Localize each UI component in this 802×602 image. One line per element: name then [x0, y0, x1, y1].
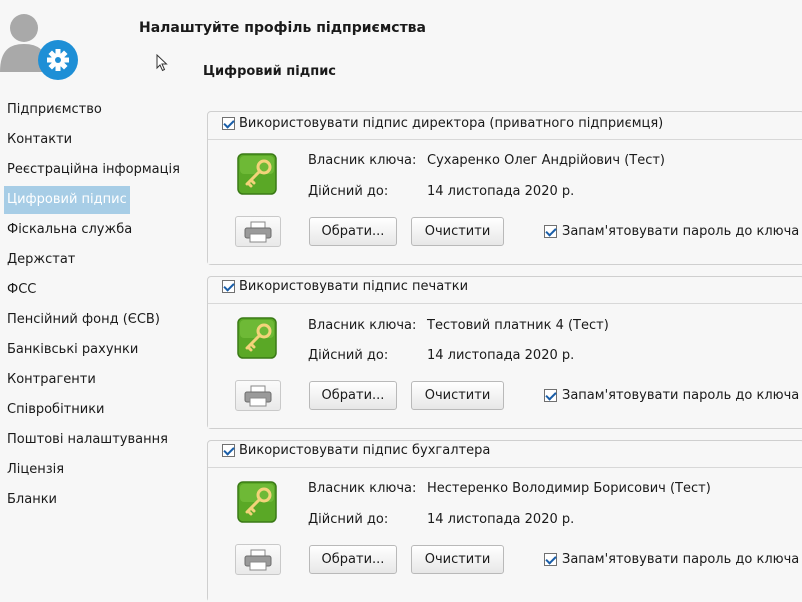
print-button[interactable]	[235, 544, 281, 575]
mouse-cursor-icon	[156, 54, 168, 72]
sidebar-item-bank-accounts[interactable]: Банківські рахунки	[4, 336, 141, 364]
printer-icon	[244, 549, 272, 570]
remember-password-label: Запам'ятовувати пароль до ключа	[562, 552, 800, 567]
key-owner-value: Сухаренко Олег Андрійович (Тест)	[427, 153, 665, 168]
choose-key-button[interactable]: Обрати...	[309, 381, 397, 410]
sidebar-item-employees[interactable]: Співробітники	[4, 396, 108, 424]
clear-key-button[interactable]: Очистити	[411, 381, 504, 410]
remember-password-checkbox[interactable]	[544, 389, 557, 402]
clear-key-button[interactable]: Очистити	[411, 217, 504, 246]
valid-until-value: 14 листопада 2020 р.	[427, 348, 575, 363]
section-title: Цифровий підпис	[203, 64, 337, 79]
valid-until-label: Дійсний до:	[308, 348, 389, 363]
seal-signature-checkbox[interactable]	[222, 280, 235, 293]
user-gear-icon	[0, 14, 78, 80]
key-icon	[237, 317, 277, 359]
sidebar-item-mail-settings[interactable]: Поштові налаштування	[4, 426, 171, 454]
director-signature-group: Використовувати підпис директора (приват…	[207, 111, 802, 265]
remember-password-label: Запам'ятовувати пароль до ключа	[562, 224, 800, 239]
seal-signature-group: Використовувати підпис печатки Власник к…	[207, 276, 802, 429]
choose-key-button[interactable]: Обрати...	[309, 217, 397, 246]
sidebar-item-digital-signature[interactable]: Цифровий підпис	[4, 186, 130, 214]
key-icon	[237, 153, 277, 195]
seal-signature-checkbox-label: Використовувати підпис печатки	[239, 279, 469, 294]
accountant-signature-group: Використовувати підпис бухгалтера Власни…	[207, 440, 802, 602]
print-button[interactable]	[235, 216, 281, 247]
key-owner-label: Власник ключа:	[308, 153, 417, 168]
print-button[interactable]	[235, 380, 281, 411]
printer-icon	[244, 221, 272, 242]
valid-until-value: 14 листопада 2020 р.	[427, 512, 575, 527]
key-icon	[237, 481, 277, 523]
director-signature-checkbox[interactable]	[222, 117, 235, 130]
key-owner-value: Нестеренко Володимир Борисович (Тест)	[427, 481, 711, 496]
sidebar-item-fss[interactable]: ФСС	[4, 276, 39, 304]
sidebar-item-contacts[interactable]: Контакти	[4, 126, 75, 154]
remember-password-checkbox[interactable]	[544, 553, 557, 566]
remember-password-label: Запам'ятовувати пароль до ключа	[562, 388, 800, 403]
choose-key-button[interactable]: Обрати...	[309, 545, 397, 574]
sidebar-item-license[interactable]: Ліцензія	[4, 456, 67, 484]
sidebar-item-derzhstat[interactable]: Держстат	[4, 246, 78, 274]
valid-until-label: Дійсний до:	[308, 512, 389, 527]
sidebar-item-pension-fund[interactable]: Пенсійний фонд (ЄСВ)	[4, 306, 163, 334]
sidebar-item-forms[interactable]: Бланки	[4, 486, 60, 514]
key-owner-label: Власник ключа:	[308, 318, 417, 333]
page-title: Налаштуйте профіль підприємства	[139, 20, 426, 36]
key-owner-label: Власник ключа:	[308, 481, 417, 496]
key-owner-value: Тестовий платник 4 (Тест)	[427, 318, 609, 333]
sidebar-item-enterprise[interactable]: Підприємство	[4, 96, 105, 124]
remember-password-checkbox[interactable]	[544, 225, 557, 238]
printer-icon	[244, 385, 272, 406]
valid-until-label: Дійсний до:	[308, 184, 389, 199]
accountant-signature-checkbox[interactable]	[222, 444, 235, 457]
sidebar-item-registration[interactable]: Реєстраційна інформація	[4, 156, 183, 184]
accountant-signature-checkbox-label: Використовувати підпис бухгалтера	[239, 443, 491, 458]
clear-key-button[interactable]: Очистити	[411, 545, 504, 574]
valid-until-value: 14 листопада 2020 р.	[427, 184, 575, 199]
sidebar-item-counterparties[interactable]: Контрагенти	[4, 366, 99, 394]
director-signature-checkbox-label: Використовувати підпис директора (приват…	[239, 116, 664, 131]
sidebar-item-fiscal-service[interactable]: Фіскальна служба	[4, 216, 135, 244]
